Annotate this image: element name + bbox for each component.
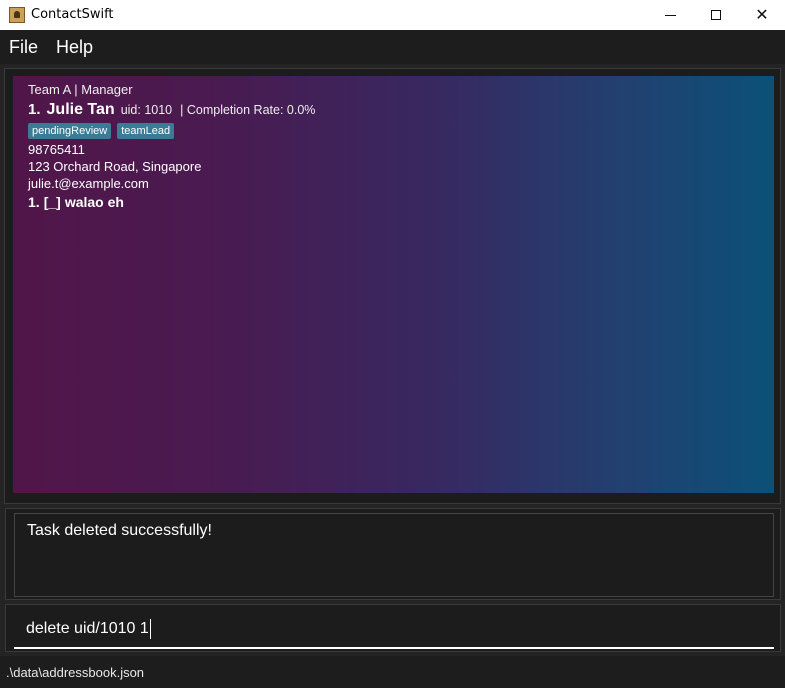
result-panel: Task deleted successfully! <box>5 508 781 600</box>
save-file-path: .\data\addressbook.json <box>6 664 145 680</box>
maximize-button[interactable] <box>693 0 739 30</box>
menu-file[interactable]: File <box>9 37 47 58</box>
menu-bar: File Help <box>0 30 785 64</box>
command-text: delete uid/1010 1 <box>26 620 149 637</box>
minimize-button[interactable] <box>647 0 693 30</box>
completion-rate: | Completion Rate: 0.0% <box>180 103 316 117</box>
title-bar: ContactSwift ✕ <box>0 0 785 30</box>
task-index: 1. <box>28 194 40 210</box>
team-role: Team A | Manager <box>28 82 133 97</box>
tag-list: pendingReview teamLead <box>28 123 175 139</box>
person-name: Julie Tan <box>46 101 115 118</box>
command-input[interactable]: delete uid/1010 1 <box>14 611 774 649</box>
task-item: 1. [_] walao eh <box>28 194 124 210</box>
tag-badge: teamLead <box>117 123 175 139</box>
phone-number: 98765411 <box>28 142 85 157</box>
card-index: 1. <box>28 101 41 118</box>
result-display: Task deleted successfully! <box>14 513 774 597</box>
person-card[interactable]: Team A | Manager 1. Julie Tan uid: 1010 … <box>13 76 774 493</box>
status-bar: .\data\addressbook.json <box>0 656 785 688</box>
command-panel: delete uid/1010 1 <box>5 604 781 652</box>
task-label: walao eh <box>64 194 124 210</box>
task-checkbox: [_] <box>43 194 61 210</box>
window-title: ContactSwift <box>31 7 114 22</box>
address: 123 Orchard Road, Singapore <box>28 159 202 174</box>
close-button[interactable]: ✕ <box>739 0 785 30</box>
email: julie.t@example.com <box>28 176 149 191</box>
minimize-icon <box>664 14 676 16</box>
text-caret <box>149 619 151 639</box>
maximize-icon <box>711 10 721 20</box>
menu-help[interactable]: Help <box>47 37 102 58</box>
name-row: 1. Julie Tan uid: 1010 | Completion Rate… <box>28 101 315 119</box>
app-icon <box>9 7 25 23</box>
close-icon: ✕ <box>755 7 769 24</box>
tag-badge: pendingReview <box>28 123 112 139</box>
main-area: Team A | Manager 1. Julie Tan uid: 1010 … <box>0 64 785 656</box>
person-uid: uid: 1010 <box>120 103 173 117</box>
